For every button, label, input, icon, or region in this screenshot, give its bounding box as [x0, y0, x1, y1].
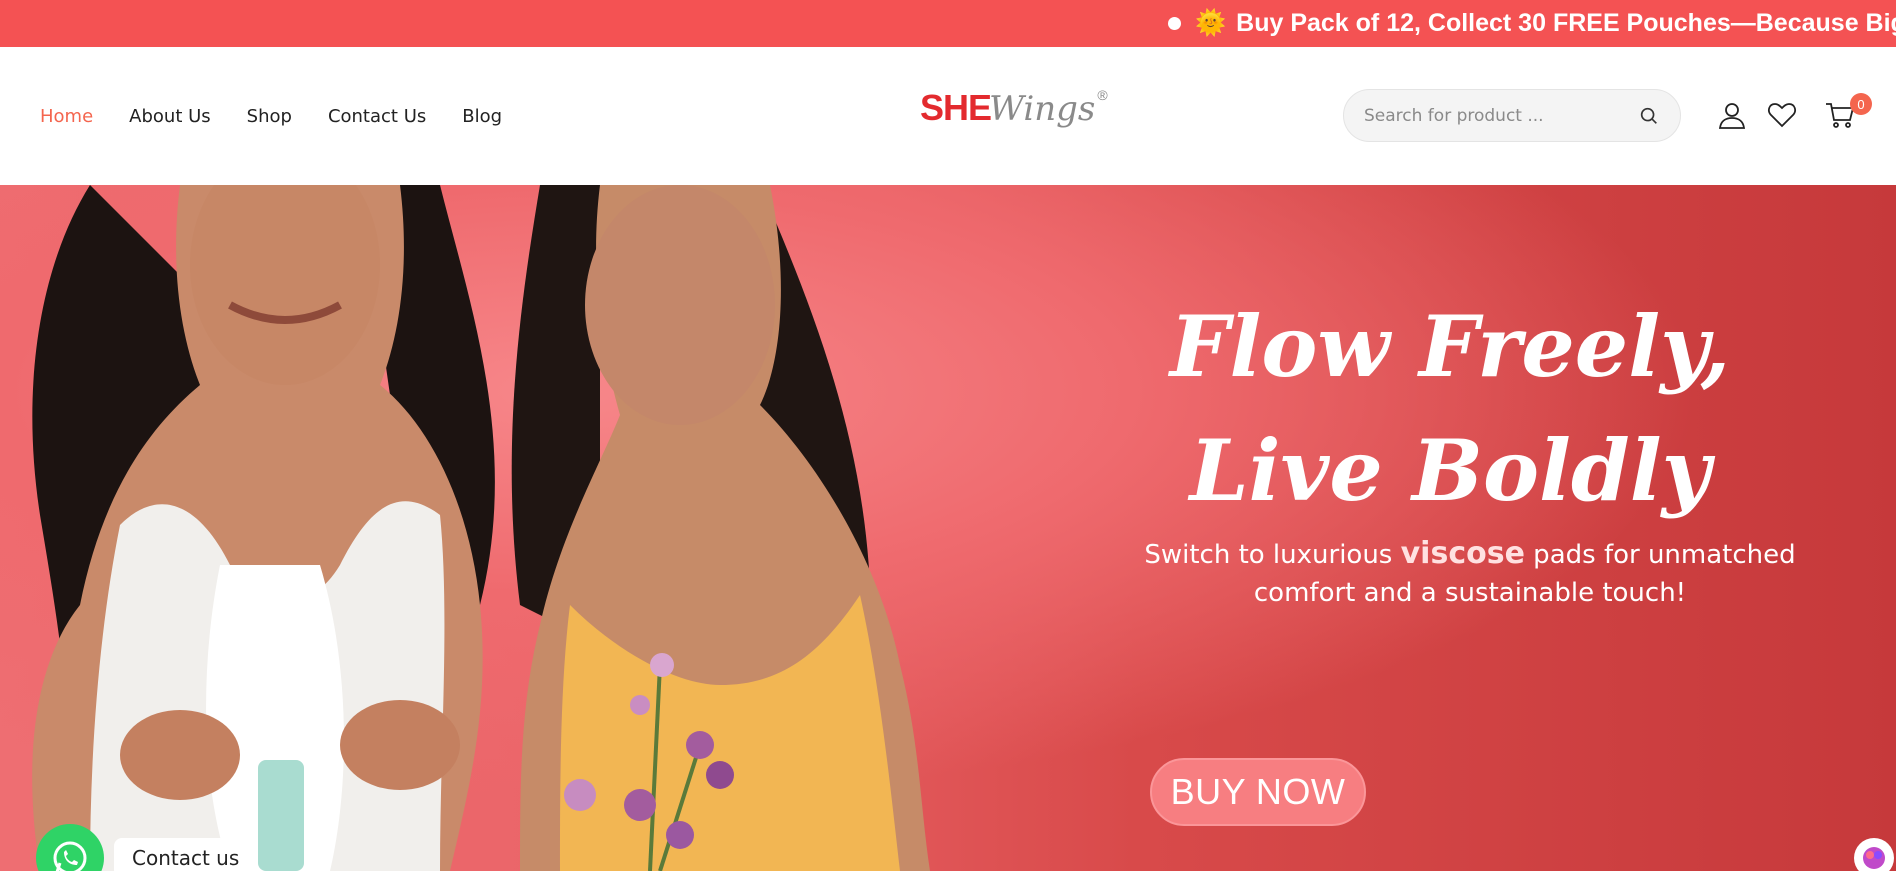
site-header: Home About Us Shop Contact Us Blog SHE W…: [0, 47, 1896, 185]
sun-emoji-icon: 🌞: [1195, 9, 1227, 37]
hero-sub-highlight: viscose: [1400, 536, 1525, 571]
floating-widget-icon[interactable]: [1854, 838, 1894, 871]
nav-home[interactable]: Home: [40, 106, 93, 127]
user-account-icon[interactable]: [1716, 99, 1748, 131]
hero-models-image: [32, 185, 930, 871]
search-bar: [1343, 89, 1681, 142]
nav-shop[interactable]: Shop: [247, 106, 292, 127]
hero-sub-text-1: Switch to luxurious: [1144, 540, 1401, 570]
search-icon[interactable]: [1638, 105, 1660, 127]
search-input[interactable]: [1364, 105, 1638, 126]
logo-she-text: SHE: [920, 87, 992, 128]
nav-contact-us[interactable]: Contact Us: [328, 106, 426, 127]
brain-badge-icon: [1863, 847, 1885, 869]
site-logo[interactable]: SHE Wings ®: [920, 87, 1108, 147]
announcement-text: Buy Pack of 12, Collect 30 FREE Pouches—…: [1236, 9, 1896, 37]
hero-subheadline: Switch to luxurious viscose pads for unm…: [1120, 535, 1820, 612]
hero-headline-line1: Flow Freely,: [1169, 297, 1731, 396]
cart-count-badge: 0: [1850, 93, 1872, 115]
hero-banner: Flow Freely, Live Boldly Switch to luxur…: [0, 185, 1896, 871]
announcement-bar: 🌞 Buy Pack of 12, Collect 30 FREE Pouche…: [0, 0, 1896, 47]
main-nav: Home About Us Shop Contact Us Blog: [40, 47, 538, 185]
logo-registered-mark: ®: [1097, 87, 1108, 103]
whatsapp-icon: [53, 841, 87, 871]
bullet-dot-icon: [1168, 17, 1181, 30]
nav-about-us[interactable]: About Us: [129, 106, 211, 127]
logo-wings-text: Wings: [989, 89, 1096, 129]
whatsapp-contact-label[interactable]: Contact us: [114, 838, 258, 871]
buy-now-button[interactable]: BUY NOW: [1150, 758, 1366, 826]
hero-headline: Flow Freely, Live Boldly: [1140, 285, 1760, 533]
hero-headline-line2: Live Boldly: [1189, 421, 1711, 520]
announcement-track: 🌞 Buy Pack of 12, Collect 30 FREE Pouche…: [1168, 0, 1896, 47]
wishlist-heart-icon[interactable]: [1766, 99, 1798, 131]
nav-blog[interactable]: Blog: [462, 106, 502, 127]
